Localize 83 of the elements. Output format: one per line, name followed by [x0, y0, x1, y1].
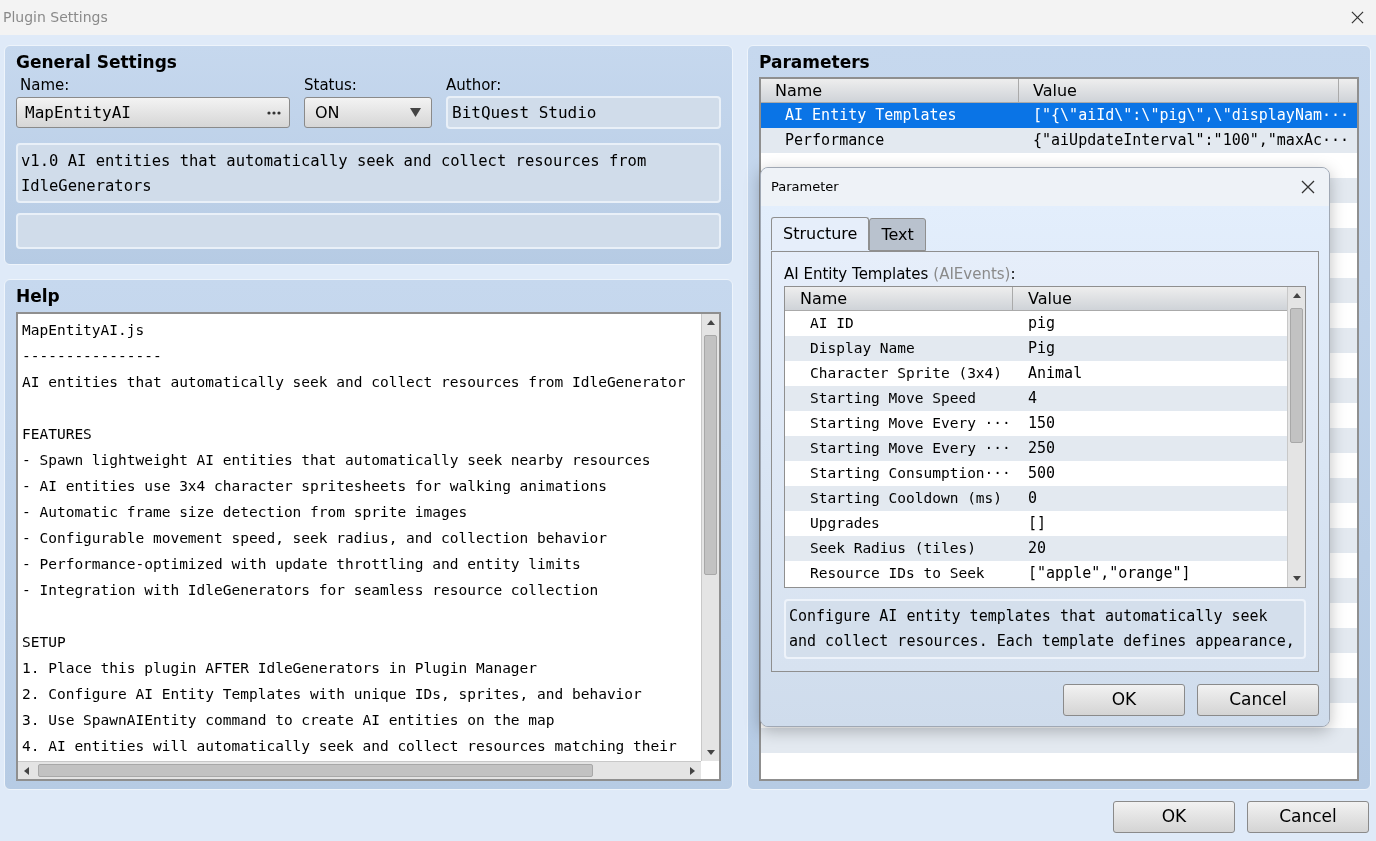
- structure-name: Starting Consumption···: [809, 463, 1012, 483]
- window-title: Plugin Settings: [3, 8, 108, 27]
- structure-value: 4: [1027, 388, 1038, 410]
- help-text-line: FEATURES: [22, 425, 92, 444]
- parameter-name: AI Entity Templates: [784, 105, 958, 127]
- help-text-line: ----------------: [22, 347, 162, 366]
- structure-value: ["apple","orange"]: [1027, 563, 1191, 585]
- structure-value: 500: [1027, 463, 1056, 485]
- structure-name: Seek Radius (tiles): [809, 538, 977, 558]
- parameter-row[interactable]: Performance {"aiUpdateInterval":"100","maxAc···: [761, 128, 1357, 153]
- structure-label: AI Entity Templates: [784, 264, 929, 284]
- dialog-button[interactable]: Cancel: [1247, 801, 1369, 833]
- structure-name: Starting Move Every ···: [809, 413, 1012, 433]
- vertical-scrollbar[interactable]: [701, 314, 719, 761]
- parameter-name: Performance: [784, 130, 886, 152]
- help-text-area[interactable]: [16, 312, 721, 781]
- panel-title: Help: [16, 285, 61, 308]
- structure-name: Character Sprite (3x4): [809, 363, 1004, 383]
- help-text-line: MapEntityAI.js: [22, 321, 145, 340]
- close-icon[interactable]: [1351, 11, 1364, 24]
- panel-title: General Settings: [16, 51, 178, 74]
- structure-row[interactable]: Starting Move Every ··· 250: [785, 436, 1287, 461]
- tab[interactable]: Text: [869, 218, 926, 251]
- dialog-title: Parameter: [771, 178, 839, 197]
- field-label: Name:: [19, 75, 71, 95]
- description-field[interactable]: v1.0 AI entities that automatically seek and collect resources from IdleGenerators: [16, 143, 721, 203]
- parameter-value: {"aiUpdateInterval":"100","maxAc···: [1032, 130, 1350, 152]
- help-text-line: - Spawn lightweight AI entities that automatically seek nearby resources: [22, 451, 651, 470]
- structure-row[interactable]: Starting Move Speed 4: [785, 386, 1287, 411]
- dropdown-caret-icon: [410, 108, 421, 117]
- structure-name: Display Name: [809, 338, 916, 358]
- dialog-button[interactable]: OK: [1113, 801, 1235, 833]
- column-header[interactable]: Value: [1013, 287, 1072, 310]
- structure-value: 0: [1027, 488, 1038, 510]
- empty-field[interactable]: [16, 213, 721, 249]
- structure-value: 250: [1027, 438, 1056, 460]
- structure-name: Resource IDs to Seek: [809, 563, 986, 583]
- author-field[interactable]: BitQuest Studio: [446, 96, 721, 129]
- close-icon[interactable]: [1301, 180, 1315, 194]
- dialog-button[interactable]: Cancel: [1197, 684, 1319, 716]
- help-text-line: - Integration with IdleGenerators for seamless resource collection: [22, 581, 599, 600]
- structure-type: (AIEvents): [933, 264, 1011, 284]
- structure-name: Starting Move Speed: [809, 388, 977, 408]
- structure-row[interactable]: Starting Cooldown (ms) 0: [785, 486, 1287, 511]
- help-text-line: - Configurable movement speed, seek radius, and collection behavior: [22, 529, 607, 548]
- help-text-line: AI entities that automatically seek and collect resources from IdleGenerator: [22, 373, 686, 392]
- structure-name: AI ID: [809, 313, 855, 333]
- dialog-button[interactable]: OK: [1063, 684, 1185, 716]
- field-label: Author:: [446, 75, 503, 95]
- structure-name: Upgrades: [809, 513, 881, 533]
- column-header[interactable]: Name: [785, 287, 1013, 310]
- help-text-line: - AI entities use 3x4 character spritesheets for walking animations: [22, 477, 607, 496]
- structure-name: Starting Move Every ···: [809, 438, 1012, 458]
- structure-value: Animal: [1027, 363, 1083, 385]
- name-field[interactable]: MapEntityAI: [16, 97, 290, 128]
- parameter-row[interactable]: AI Entity Templates ["{\"aiId\":\"pig\",\"displayNam···: [761, 103, 1357, 128]
- ellipsis-icon: [267, 110, 281, 115]
- structure-row[interactable]: Seek Radius (tiles) 20: [785, 536, 1287, 561]
- parameter-value: ["{\"aiId\":\"pig\",\"displayNam···: [1032, 105, 1350, 127]
- structure-value: []: [1027, 513, 1047, 535]
- help-text-line: 3. Use SpawnAIEntity command to create AI entities on the map: [22, 711, 555, 730]
- structure-description: Configure AI entity templates that automatically seek and collect resources. Each template defines appearance,: [784, 599, 1306, 659]
- structure-row[interactable]: Display Name Pig: [785, 336, 1287, 361]
- structure-value: 20: [1027, 538, 1047, 560]
- structure-value: pig: [1027, 313, 1056, 335]
- structure-name: Starting Cooldown (ms): [809, 488, 1004, 508]
- structure-value: 150: [1027, 413, 1056, 435]
- status-dropdown[interactable]: ON: [304, 97, 432, 128]
- field-label: Status:: [304, 75, 358, 95]
- horizontal-scrollbar[interactable]: [18, 761, 701, 779]
- vertical-scrollbar[interactable]: [1287, 287, 1305, 587]
- help-text-line: 1. Place this plugin AFTER IdleGenerators in Plugin Manager: [22, 659, 538, 678]
- help-text-line: - Performance-optimized with update throttling and entity limits: [22, 555, 581, 574]
- label-colon: :: [1010, 264, 1016, 284]
- help-text-line: SETUP: [22, 633, 66, 652]
- panel-title: Parameters: [759, 51, 871, 74]
- help-text-line: 4. AI entities will automatically seek and collect resources matching their: [22, 737, 677, 756]
- help-text-line: 2. Configure AI Entity Templates with unique IDs, sprites, and behavior: [22, 685, 642, 704]
- structure-value: Pig: [1027, 338, 1056, 360]
- help-text-line: - Automatic frame size detection from sprite images: [22, 503, 468, 522]
- tab[interactable]: Structure: [771, 217, 870, 250]
- column-header[interactable]: Name: [761, 79, 1019, 102]
- column-header[interactable]: Value: [1019, 79, 1339, 102]
